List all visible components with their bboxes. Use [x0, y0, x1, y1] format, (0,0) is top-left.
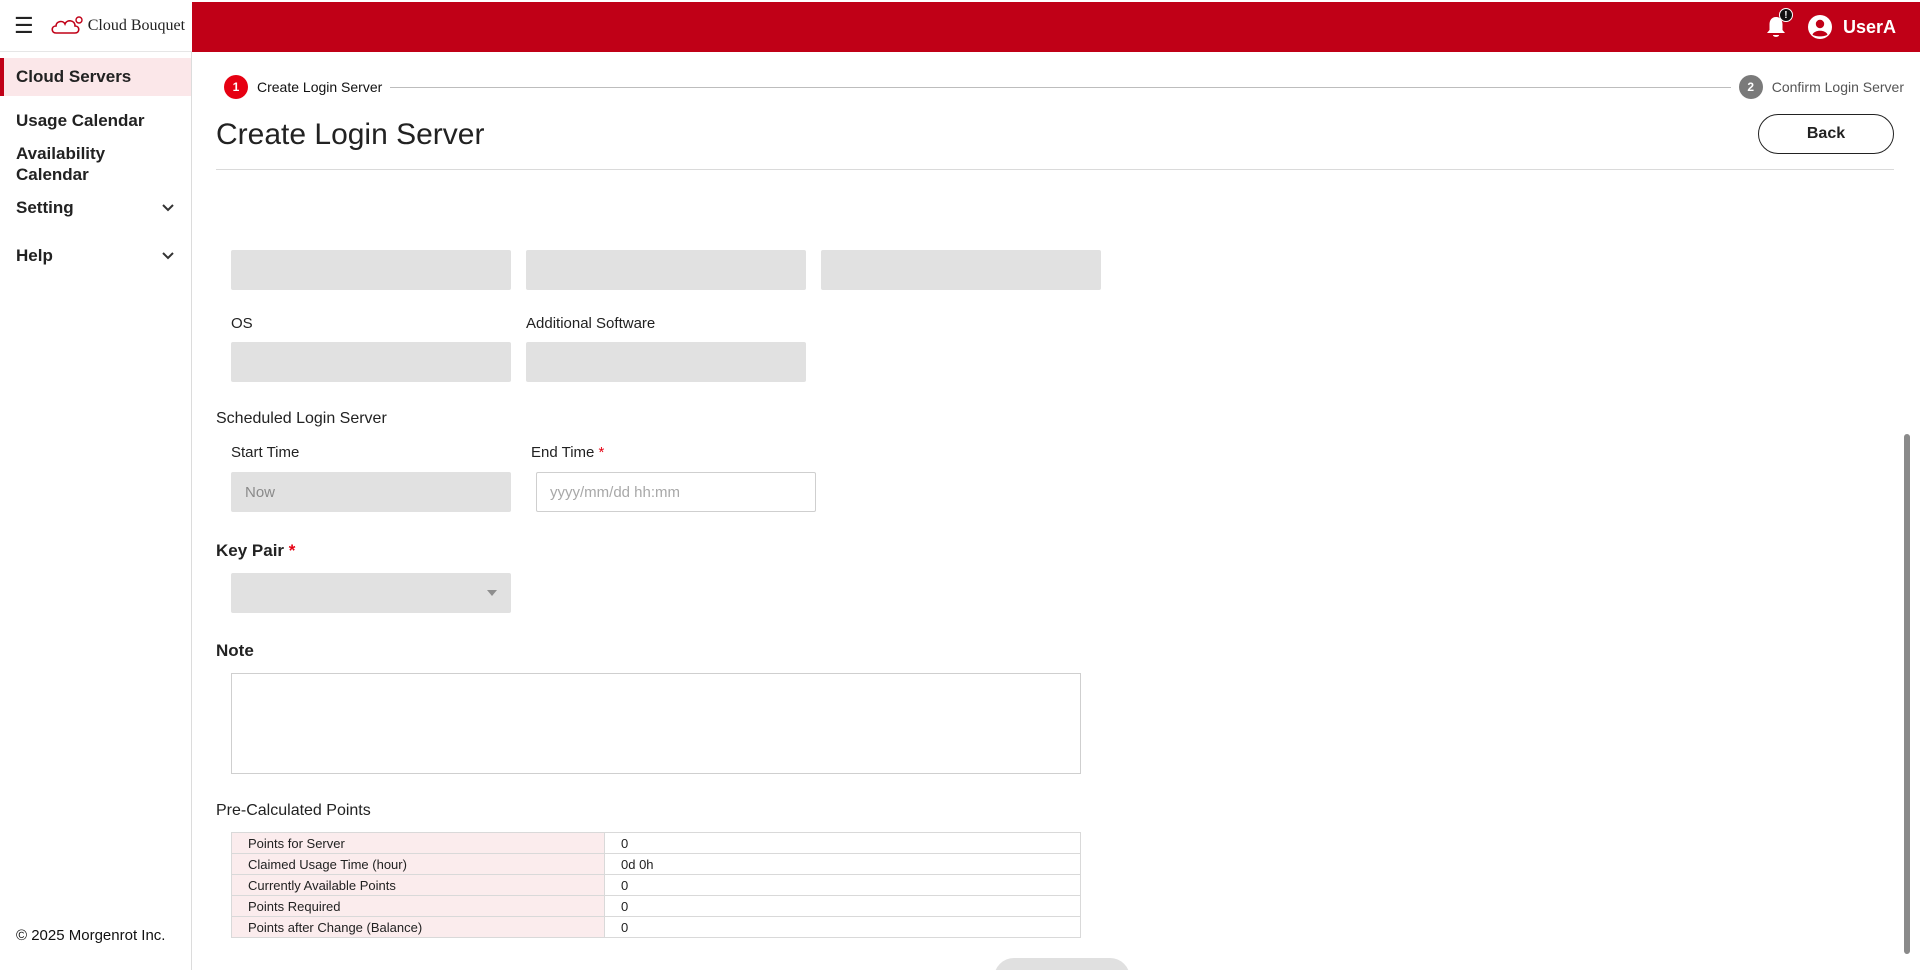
header-bar: ! UserA [192, 2, 1920, 52]
points-label: Points for Server [231, 832, 605, 854]
scrollbar[interactable] [1904, 434, 1910, 954]
user-menu[interactable]: UserA [1807, 14, 1896, 40]
page-title: Create Login Server [216, 118, 485, 151]
points-table: Points for Server 0 Claimed Usage Time (h… [231, 832, 1081, 938]
points-value: 0 [604, 895, 1081, 917]
key-pair-heading: Key Pair * [216, 541, 296, 560]
table-row: Points Required 0 [231, 895, 1081, 917]
brand-area: ☰ Cloud Bouquet [0, 0, 192, 52]
cloud-logo-icon [51, 15, 83, 34]
points-value: 0 [604, 874, 1081, 896]
user-avatar-icon [1807, 15, 1832, 39]
sidebar-item-availability-calendar[interactable]: Availability Calendar [0, 142, 191, 186]
username: UserA [1842, 16, 1896, 37]
disabled-field-1 [231, 250, 511, 290]
sidebar-item-help[interactable]: Help [0, 244, 191, 268]
table-row: Points for Server 0 [231, 832, 1081, 854]
sidebar-item-label: Usage Calendar [16, 111, 145, 130]
step-1-number: 1 [224, 75, 248, 99]
sidebar-item-label: Cloud Servers [16, 67, 132, 86]
copyright-text: © 2025 Morgenrot Inc. [16, 927, 166, 944]
required-mark: * [288, 541, 296, 560]
scheduled-login-server-heading: Scheduled Login Server [216, 410, 387, 427]
note-heading: Note [216, 641, 254, 660]
points-value: 0 [604, 916, 1081, 938]
points-value: 0 [604, 832, 1081, 854]
start-time-field: Now [231, 472, 511, 512]
points-label: Currently Available Points [231, 874, 605, 896]
additional-software-field [526, 342, 806, 382]
points-label: Points Required [231, 895, 605, 917]
sidebar-item-label: Setting [16, 198, 74, 217]
main-content: 1 Create Login Server 2 Confirm Login Se… [192, 52, 1920, 970]
dropdown-caret-icon [487, 590, 497, 596]
points-label: Claimed Usage Time (hour) [231, 853, 605, 875]
required-mark: * [598, 444, 605, 461]
key-pair-select[interactable] [231, 573, 511, 613]
app-logo[interactable]: Cloud Bouquet [50, 15, 185, 37]
points-value: 0d 0h [604, 853, 1081, 875]
table-row: Claimed Usage Time (hour) 0d 0h [231, 853, 1081, 875]
title-divider [216, 169, 1894, 170]
disabled-field-3 [821, 250, 1101, 290]
sidebar: Cloud Servers Usage Calendar Availabilit… [0, 52, 192, 970]
disabled-field-2 [526, 250, 806, 290]
sidebar-item-usage-calendar[interactable]: Usage Calendar [0, 109, 191, 133]
stepper: 1 Create Login Server 2 Confirm Login Se… [224, 74, 1904, 100]
end-time-label: End Time * [531, 444, 605, 461]
chevron-down-icon [162, 252, 174, 260]
notifications-button[interactable]: ! [1763, 8, 1793, 40]
pre-calculated-points-heading: Pre-Calculated Points [216, 802, 371, 819]
logo-text: Cloud Bouquet [87, 16, 186, 34]
step-1-label: Create Login Server [257, 79, 383, 95]
table-row: Points after Change (Balance) 0 [231, 916, 1081, 938]
start-time-label: Start Time [231, 444, 300, 461]
step-2-number: 2 [1738, 75, 1763, 99]
os-field [231, 342, 511, 382]
top-bar: ☰ Cloud Bouquet ! UserA [0, 0, 1920, 52]
os-label: OS [231, 315, 253, 332]
sidebar-item-label: Help [16, 246, 53, 265]
chevron-down-icon [162, 204, 174, 212]
confirm-button[interactable]: Confirm [994, 958, 1130, 970]
points-label: Points after Change (Balance) [231, 916, 605, 938]
table-row: Currently Available Points 0 [231, 874, 1081, 896]
sidebar-item-cloud-servers[interactable]: Cloud Servers [0, 58, 191, 96]
form-content: OS Additional Software Scheduled Login S… [216, 182, 1896, 970]
sidebar-item-setting[interactable]: Setting [0, 196, 191, 220]
note-textarea[interactable] [231, 673, 1081, 774]
additional-software-label: Additional Software [526, 315, 656, 332]
notification-badge: ! [1778, 8, 1793, 22]
back-button[interactable]: Back [1758, 114, 1894, 154]
end-time-input[interactable]: yyyy/mm/dd hh:mm [536, 472, 816, 512]
stepper-connector [390, 86, 1731, 88]
hamburger-menu-icon[interactable]: ☰ [14, 14, 34, 37]
step-2-label: Confirm Login Server [1771, 79, 1904, 95]
sidebar-item-label: Availability Calendar [16, 144, 106, 184]
